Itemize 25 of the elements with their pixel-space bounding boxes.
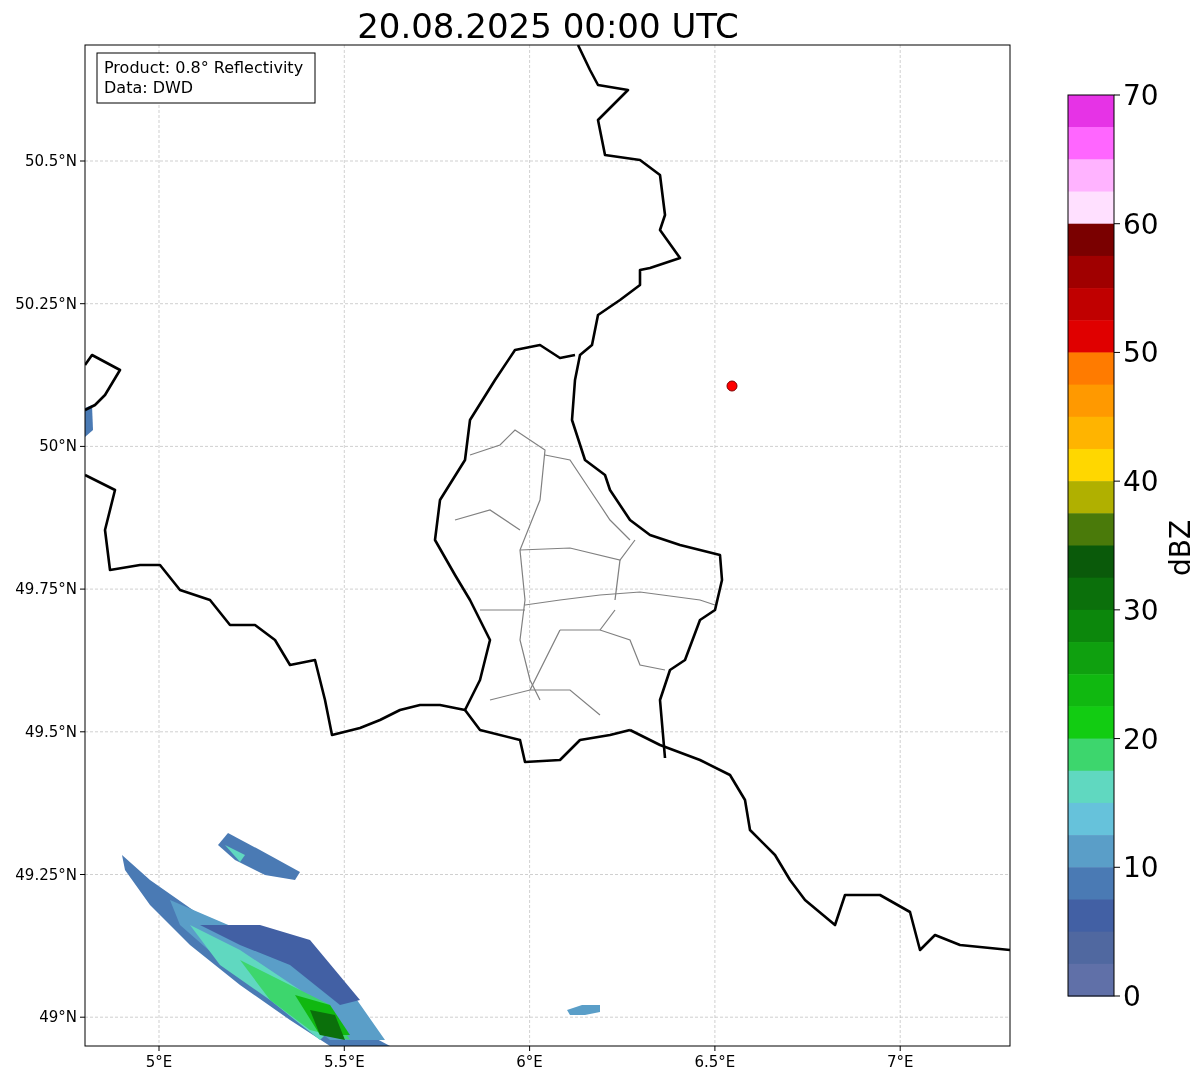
colorbar-label: dBZ — [1164, 519, 1197, 577]
latitude-label: 49.25°N — [15, 865, 77, 884]
colorbar-tick-label: 0 — [1123, 980, 1141, 1013]
latitude-label: 50.25°N — [15, 294, 77, 313]
colorbar-tick-label: 50 — [1123, 336, 1159, 370]
colorbar-tick-label: 60 — [1123, 207, 1159, 241]
longitude-label: 5.5°E — [323, 1053, 365, 1071]
longitude-label: 7°E — [886, 1053, 914, 1071]
colorbar-tick-label: 40 — [1123, 465, 1159, 499]
longitude-label: 5°E — [145, 1053, 173, 1071]
latitude-label: 49.75°N — [15, 580, 77, 599]
chart-title: 20.08.2025 00:00 UTC — [357, 6, 739, 46]
info-text: Product: 0.8° Reflectivity — [104, 58, 304, 77]
colorbar-tick-label: 70 — [1123, 79, 1159, 112]
colorbar-tick-label: 30 — [1123, 593, 1159, 627]
latitude-label: 49°N — [39, 1008, 77, 1027]
latitude-label: 50.5°N — [24, 152, 77, 170]
latitude-label: 49.5°N — [24, 722, 77, 741]
longitude-label: 6.5°E — [694, 1053, 736, 1071]
colorbar-tick-label: 20 — [1123, 722, 1159, 756]
latitude-label: 50°N — [39, 437, 77, 456]
longitude-label: 6°E — [516, 1053, 543, 1071]
info-text: Data: DWD — [104, 78, 194, 97]
radar-site-marker — [726, 380, 738, 392]
colorbar-tick-label: 10 — [1123, 851, 1159, 885]
